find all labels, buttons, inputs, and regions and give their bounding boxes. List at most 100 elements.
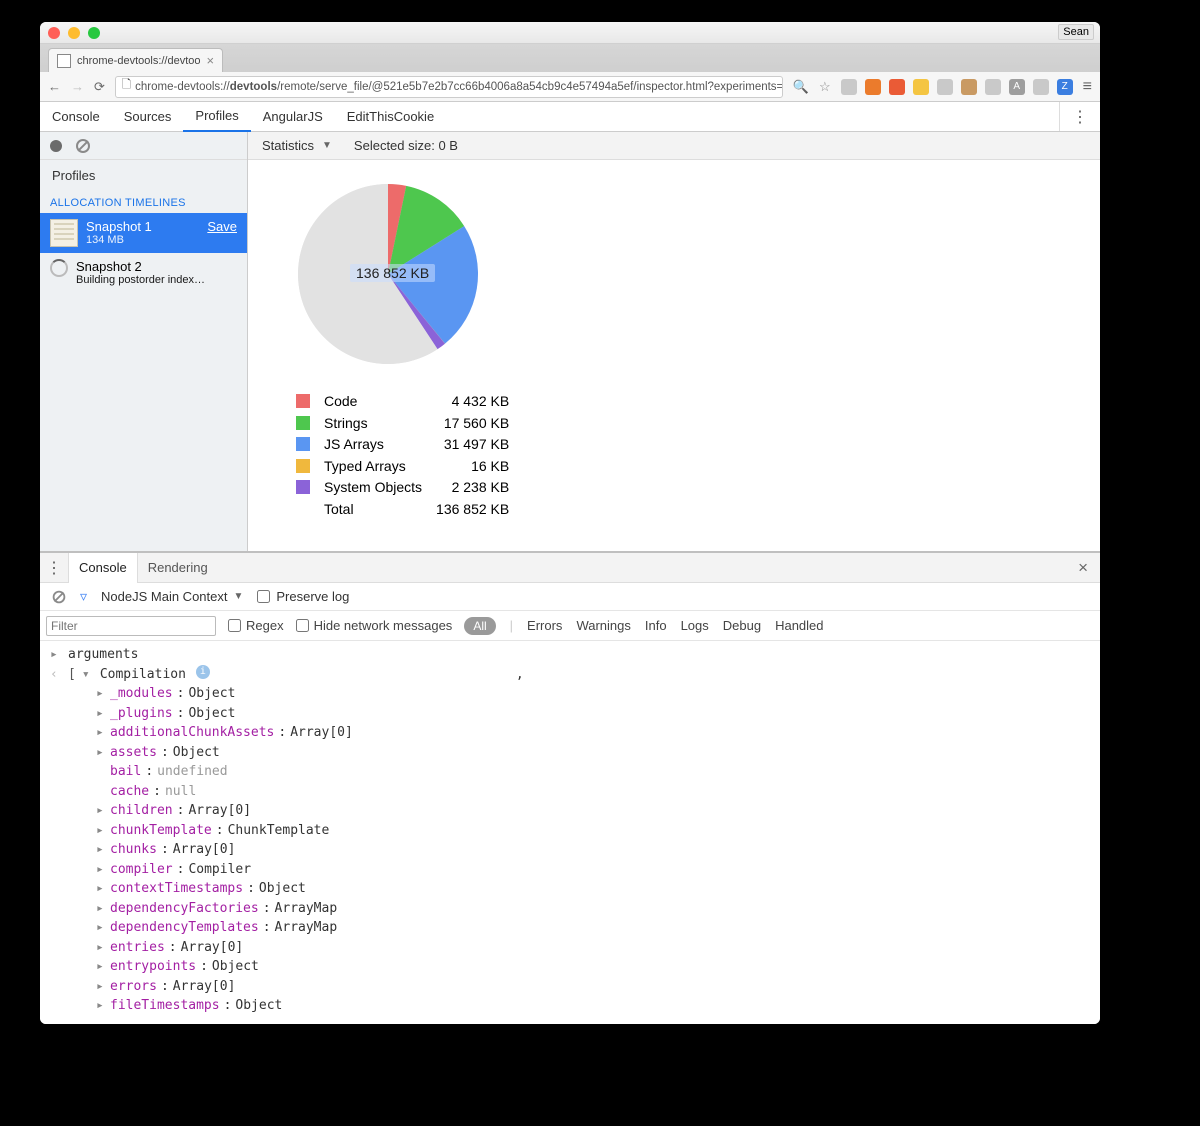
object-property[interactable]: ▸fileTimestamps: Object — [96, 996, 1090, 1016]
close-window-button[interactable] — [48, 27, 60, 39]
expand-icon[interactable]: ▾ — [82, 665, 94, 685]
expand-icon[interactable]: ▸ — [50, 645, 62, 665]
preserve-log-toggle[interactable]: Preserve log — [257, 589, 349, 604]
context-selector[interactable]: NodeJS Main Context ▼ — [101, 589, 243, 604]
console-output[interactable]: ▸ arguments ‹ [ ▾ Compilation i , ▸_modu… — [40, 641, 1100, 1024]
snapshot-item[interactable]: Snapshot 2Building postorder index… — [40, 253, 247, 292]
expand-icon[interactable] — [96, 782, 106, 802]
object-property[interactable]: ▸_plugins: Object — [96, 704, 1090, 724]
object-property[interactable]: ▸_modules: Object — [96, 684, 1090, 704]
expand-icon[interactable]: ▸ — [96, 899, 106, 919]
chrome-menu-icon[interactable]: ≡ — [1083, 78, 1092, 96]
ext-icon[interactable]: A — [1009, 79, 1025, 95]
level-filter-debug[interactable]: Debug — [723, 618, 761, 633]
expand-icon[interactable]: ▸ — [96, 957, 106, 977]
object-property[interactable]: ▸entrypoints: Object — [96, 957, 1090, 977]
devtools-tab-console[interactable]: Console — [40, 102, 112, 132]
expand-icon[interactable]: ▸ — [96, 996, 106, 1016]
console-row[interactable]: ▸ arguments — [50, 645, 1090, 665]
expand-icon[interactable]: ▸ — [96, 918, 106, 938]
devtools-tab-profiles[interactable]: Profiles — [183, 102, 250, 132]
ext-icon[interactable] — [937, 79, 953, 95]
property-value: Array[0] — [173, 840, 236, 860]
drawer-more-icon[interactable]: ⋮ — [40, 558, 68, 578]
close-tab-icon[interactable]: × — [207, 53, 215, 68]
expand-icon[interactable]: ▸ — [96, 879, 106, 899]
clear-console-button[interactable] — [53, 590, 66, 603]
ext-icon[interactable] — [913, 79, 929, 95]
expand-icon[interactable]: ▸ — [96, 860, 106, 880]
level-filter-all[interactable]: All — [464, 617, 495, 635]
address-bar[interactable]: 🗋 chrome-devtools:// devtools /remote/se… — [115, 76, 783, 98]
ext-icon[interactable] — [985, 79, 1001, 95]
object-property[interactable]: ▸assets: Object — [96, 743, 1090, 763]
expand-icon[interactable]: ▸ — [96, 821, 106, 841]
object-property[interactable]: ▸children: Array[0] — [96, 801, 1090, 821]
object-property[interactable]: ▸additionalChunkAssets: Array[0] — [96, 723, 1090, 743]
snapshot-icon — [50, 219, 78, 247]
expand-icon[interactable]: ▸ — [96, 801, 106, 821]
object-property[interactable]: ▸compiler: Compiler — [96, 860, 1090, 880]
drawer-tab-console[interactable]: Console — [68, 553, 138, 583]
expand-icon[interactable]: ▸ — [96, 704, 106, 724]
zoom-icon[interactable]: 🔍 — [793, 79, 809, 95]
object-property[interactable]: cache: null — [96, 782, 1090, 802]
clear-button[interactable] — [76, 139, 90, 153]
hide-network-toggle[interactable]: Hide network messages — [296, 618, 453, 633]
back-button[interactable]: ← — [48, 79, 61, 94]
filter-input[interactable] — [46, 616, 216, 636]
object-property[interactable]: ▸dependencyFactories: ArrayMap — [96, 899, 1090, 919]
chrome-tab[interactable]: chrome-devtools://devtoo × — [48, 48, 223, 72]
expand-icon[interactable]: ▸ — [96, 840, 106, 860]
ext-icon[interactable] — [865, 79, 881, 95]
regex-checkbox[interactable] — [228, 619, 241, 632]
star-icon[interactable]: ☆ — [819, 79, 831, 95]
chrome-profile-badge[interactable]: Sean — [1058, 24, 1094, 40]
object-property[interactable]: ▸dependencyTemplates: ArrayMap — [96, 918, 1090, 938]
ext-icon[interactable] — [841, 79, 857, 95]
property-key: assets — [110, 743, 157, 763]
ext-icon[interactable]: Z — [1057, 79, 1073, 95]
ext-icon[interactable] — [889, 79, 905, 95]
regex-toggle[interactable]: Regex — [228, 618, 284, 633]
devtools-tab-editthiscookie[interactable]: EditThisCookie — [335, 102, 446, 132]
drawer-tab-rendering[interactable]: Rendering — [138, 553, 218, 583]
level-filter-info[interactable]: Info — [645, 618, 667, 633]
object-property[interactable]: ▸chunks: Array[0] — [96, 840, 1090, 860]
level-filter-logs[interactable]: Logs — [681, 618, 709, 633]
info-icon[interactable]: i — [196, 665, 210, 679]
expand-icon[interactable]: ▸ — [96, 684, 106, 704]
view-selector[interactable]: Statistics ▼ — [262, 138, 332, 153]
preserve-log-checkbox[interactable] — [257, 590, 270, 603]
snapshot-save-link[interactable]: Save — [207, 219, 237, 234]
reload-button[interactable]: ⟳ — [94, 79, 105, 95]
console-row[interactable]: ‹ [ ▾ Compilation i , — [50, 665, 1090, 685]
forward-button[interactable]: → — [71, 79, 84, 94]
ext-icon[interactable] — [1033, 79, 1049, 95]
ext-icon[interactable] — [961, 79, 977, 95]
devtools-tab-sources[interactable]: Sources — [112, 102, 184, 132]
devtools-tab-angularjs[interactable]: AngularJS — [251, 102, 335, 132]
expand-icon[interactable]: ▸ — [96, 723, 106, 743]
expand-icon[interactable]: ▸ — [96, 743, 106, 763]
hide-network-checkbox[interactable] — [296, 619, 309, 632]
object-property[interactable]: ▸contextTimestamps: Object — [96, 879, 1090, 899]
expand-icon[interactable]: ▸ — [96, 938, 106, 958]
snapshot-item[interactable]: Snapshot 1134 MBSave — [40, 213, 247, 253]
object-property[interactable]: ▸chunkTemplate: ChunkTemplate — [96, 821, 1090, 841]
object-property[interactable]: ▸errors: Array[0] — [96, 977, 1090, 997]
object-property[interactable]: ▸entries: Array[0] — [96, 938, 1090, 958]
level-filter-handled[interactable]: Handled — [775, 618, 823, 633]
filter-icon[interactable]: ▿ — [80, 588, 87, 605]
expand-icon[interactable]: ▸ — [96, 977, 106, 997]
close-drawer-icon[interactable]: × — [1066, 558, 1100, 578]
object-property[interactable]: bail: undefined — [96, 762, 1090, 782]
zoom-window-button[interactable] — [88, 27, 100, 39]
level-filter-warnings[interactable]: Warnings — [576, 618, 630, 633]
minimize-window-button[interactable] — [68, 27, 80, 39]
devtools-more-icon[interactable]: ⋮ — [1059, 102, 1100, 131]
legend-value: 17 560 KB — [430, 414, 515, 434]
record-button[interactable] — [50, 140, 62, 152]
expand-icon[interactable] — [96, 762, 106, 782]
level-filter-errors[interactable]: Errors — [527, 618, 562, 633]
